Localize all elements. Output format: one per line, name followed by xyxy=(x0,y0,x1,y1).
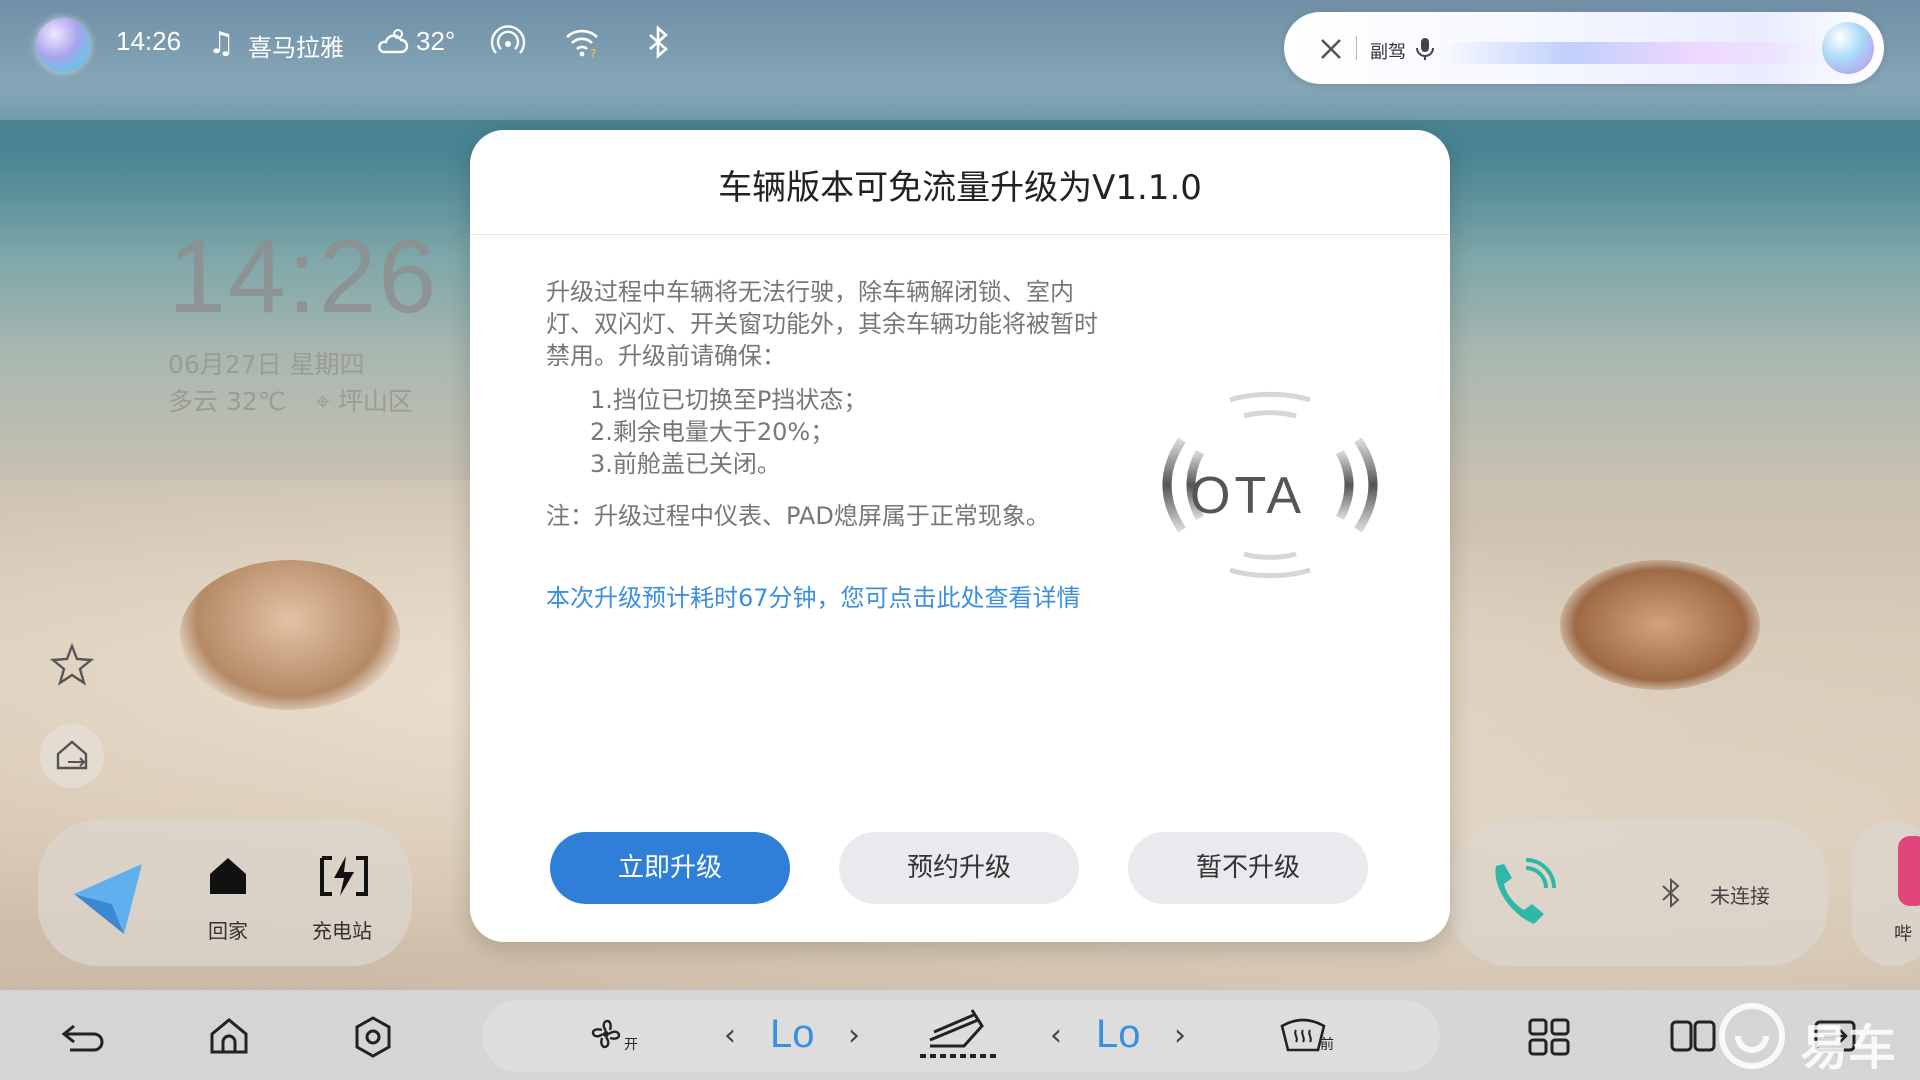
home-icon[interactable] xyxy=(206,854,250,898)
home-location: 坪山区 xyxy=(337,387,413,416)
dialog-intro: 升级过程中车辆将无法行驶，除车辆解闭锁、室内灯、双闪灯、开关窗功能外，其余车辆功… xyxy=(546,278,1098,370)
schedule-upgrade-button[interactable]: 预约升级 xyxy=(839,832,1079,904)
location-pin-icon: ⌖ xyxy=(315,387,330,416)
charging-station-label[interactable]: 充电站 xyxy=(312,915,372,944)
fan-status: 开 xyxy=(624,1037,638,1053)
app-icon-partial[interactable] xyxy=(1898,836,1920,906)
bluetooth-icon[interactable] xyxy=(640,24,676,60)
defrost-label: 前 xyxy=(1320,1037,1334,1053)
background-shell-right xyxy=(1560,560,1760,690)
charging-station-icon[interactable] xyxy=(318,852,370,900)
voice-assistant-bar[interactable]: 副驾 xyxy=(1284,12,1884,84)
right-temp-decrease-icon[interactable]: ‹ xyxy=(1050,1018,1062,1053)
upgrade-now-button[interactable]: 立即升级 xyxy=(550,832,790,904)
app-grid-icon[interactable] xyxy=(1524,1012,1574,1062)
divider xyxy=(1356,36,1357,60)
dialog-divider xyxy=(470,234,1450,235)
left-temp-decrease-icon[interactable]: ‹ xyxy=(724,1018,736,1053)
assistant-orb-icon[interactable] xyxy=(36,18,90,72)
bluetooth-status-text: 未连接 xyxy=(1710,884,1770,908)
home-weather-text: 多云 32℃ xyxy=(168,387,286,416)
status-temperature: 32° xyxy=(416,26,456,56)
left-temperature[interactable]: Lo xyxy=(770,1012,815,1057)
home-label[interactable]: 回家 xyxy=(208,915,248,944)
svg-text:?: ? xyxy=(590,47,596,60)
details-link[interactable]: 本次升级预计耗时67分钟，您可点击此处查看详情 xyxy=(546,582,1106,614)
home-switch-icon[interactable] xyxy=(40,724,104,788)
mic-icon[interactable] xyxy=(1414,36,1438,62)
music-note-icon: ♫ xyxy=(208,26,235,61)
passenger-mode-label[interactable]: 副驾 xyxy=(1370,38,1406,64)
media-source[interactable]: 喜马拉雅 xyxy=(248,28,344,63)
phone-icon[interactable] xyxy=(1484,856,1558,934)
right-temp-increase-icon[interactable]: › xyxy=(1174,1018,1186,1053)
skip-upgrade-button[interactable]: 暂不升级 xyxy=(1128,832,1368,904)
watermark-text: 易车 xyxy=(1800,1020,1897,1076)
back-icon[interactable] xyxy=(58,1012,108,1062)
condition-item: 1.挡位已切换至P挡状态； xyxy=(590,386,868,414)
status-time: 14:26 xyxy=(116,26,182,56)
split-screen-icon[interactable] xyxy=(1668,1012,1718,1062)
background-shell-left xyxy=(180,560,400,710)
vehicle-settings-icon[interactable] xyxy=(348,1012,398,1062)
assistant-avatar-icon[interactable] xyxy=(1822,22,1874,74)
left-temp-increase-icon[interactable]: › xyxy=(848,1018,860,1053)
ota-upgrade-dialog: 车辆版本可免流量升级为V1.1.0 升级过程中车辆将无法行驶，除车辆解闭锁、室内… xyxy=(470,130,1450,942)
app-label-partial[interactable]: 哔 xyxy=(1894,920,1912,946)
watermark-logo-icon xyxy=(1719,1003,1785,1069)
ota-badge-text: OTA xyxy=(1190,467,1306,525)
hotspot-icon[interactable] xyxy=(490,24,526,60)
dialog-note: 注：升级过程中仪表、PAD熄屏属于正常现象。 xyxy=(546,502,1050,530)
seat-heating-icon[interactable] xyxy=(918,1006,998,1062)
bluetooth-status-icon xyxy=(1662,878,1680,908)
favorite-star-icon[interactable] xyxy=(40,632,104,696)
dialog-title: 车辆版本可免流量升级为V1.1.0 xyxy=(718,168,1202,208)
condition-item: 3.前舱盖已关闭。 xyxy=(590,450,781,478)
home-date: 06月27日 星期四 xyxy=(168,350,365,379)
right-temperature[interactable]: Lo xyxy=(1096,1012,1141,1057)
dialog-conditions: 1.挡位已切换至P挡状态； 2.剩余电量大于20%； 3.前舱盖已关闭。 xyxy=(590,384,990,480)
home-clock: 14:26 xyxy=(168,219,439,335)
voice-waveform xyxy=(1444,42,1824,64)
wifi-icon[interactable]: ? xyxy=(564,24,600,60)
weather-cloud-sun-icon xyxy=(378,29,409,54)
navigation-arrow-icon[interactable] xyxy=(68,858,148,938)
close-icon[interactable] xyxy=(1318,36,1344,62)
home-nav-icon[interactable] xyxy=(204,1012,254,1062)
condition-item: 2.剩余电量大于20%； xyxy=(590,418,835,446)
home-weather: 多云 32℃ ⌖ 坪山区 xyxy=(168,382,413,418)
